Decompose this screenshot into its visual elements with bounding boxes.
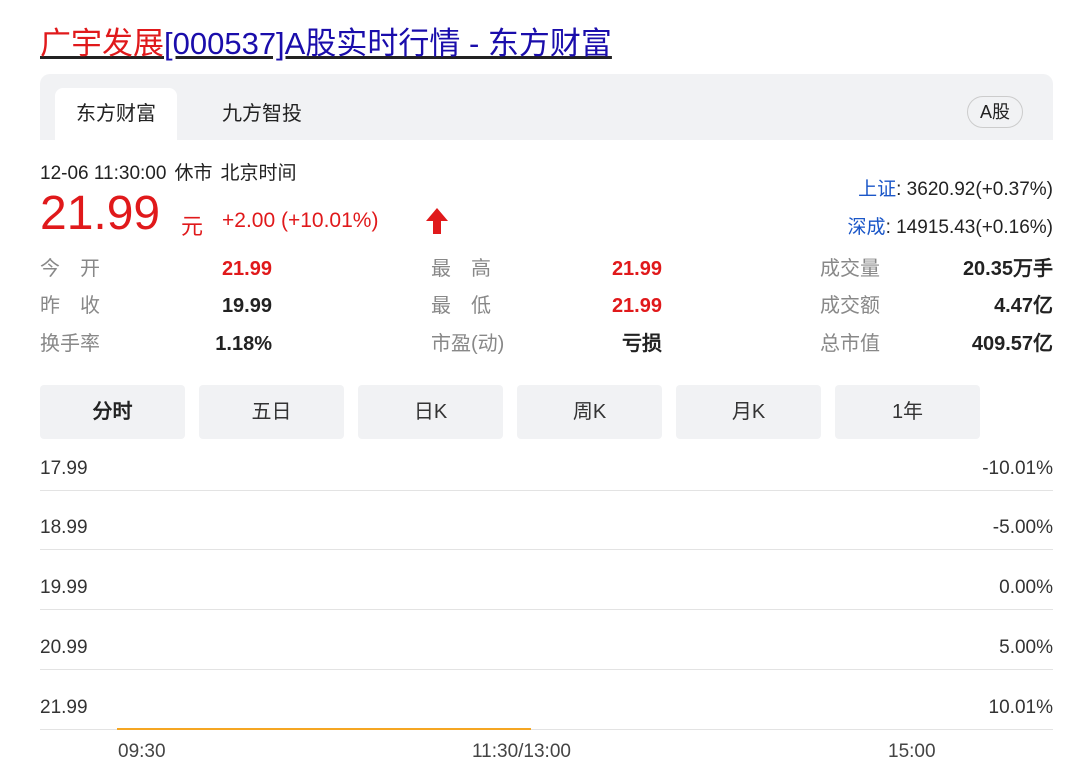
grid-line	[40, 549, 1053, 550]
intraday-price-line	[117, 728, 531, 730]
index-name[interactable]: 上证	[858, 179, 896, 200]
time-axis-label: 11:30/13:00	[472, 741, 571, 762]
grid-line	[40, 669, 1053, 670]
index-shenzhen[interactable]: 深成: 14915.43(+0.16%)	[848, 212, 1053, 239]
index-shanghai[interactable]: 上证: 3620.92(+0.37%)	[858, 174, 1053, 201]
tab-one-year[interactable]: 1年	[835, 385, 980, 439]
open-value: 21.99	[221, 258, 272, 280]
open-label: 今 开	[40, 258, 100, 280]
index-value: : 14915.43(+0.16%)	[885, 217, 1053, 238]
price-axis-label: 19.99	[40, 577, 88, 598]
prev-close-label: 昨 收	[40, 295, 100, 317]
time-axis-label: 09:30	[118, 741, 166, 762]
pct-axis-label: -5.00%	[992, 517, 1053, 538]
pct-axis-label: -10.01%	[982, 458, 1053, 479]
market-cap-value: 409.57亿	[971, 333, 1053, 355]
tab-monthly-k[interactable]: 月K	[676, 385, 821, 439]
grid-line	[40, 490, 1053, 491]
market-cap-label: 总市值	[820, 333, 880, 355]
page-title[interactable]: 广宇发展[000537]A股实时行情 - 东方财富	[40, 24, 612, 64]
pct-axis-label: 0.00%	[999, 577, 1053, 598]
tab-five-day[interactable]: 五日	[199, 385, 344, 439]
price-axis-label: 20.99	[40, 637, 88, 658]
volume-label: 成交量	[820, 258, 880, 280]
volume-value: 20.35万手	[962, 258, 1053, 280]
low-value: 21.99	[611, 295, 662, 317]
pct-axis-label: 10.01%	[988, 697, 1053, 718]
timezone: 北京时间	[220, 163, 297, 184]
grid-line	[40, 609, 1053, 610]
tab-jiufang[interactable]: 九方智投	[207, 88, 317, 140]
amount-value: 4.47亿	[994, 295, 1053, 317]
source-tab-bar: 东方财富 九方智投 A股	[40, 74, 1053, 140]
status-line: 12-06 11:30:00 休市 北京时间	[40, 158, 304, 185]
low-label: 最 低	[431, 295, 491, 317]
amount-label: 成交额	[820, 295, 880, 317]
high-value: 21.99	[611, 258, 662, 280]
price-axis-label: 18.99	[40, 517, 88, 538]
page-title-rest[interactable]: [000537]A股实时行情 - 东方财富	[164, 26, 612, 61]
price-change: +2.00 (+10.01%)	[222, 209, 379, 232]
tab-intraday[interactable]: 分时	[40, 385, 185, 439]
turnover-rate-value: 1.18%	[215, 333, 272, 355]
stock-name[interactable]: 广宇发展	[40, 26, 164, 61]
index-name[interactable]: 深成	[848, 217, 886, 238]
turnover-rate-label: 换手率	[40, 333, 100, 355]
pct-axis-label: 5.00%	[999, 637, 1053, 658]
current-price: 21.99	[40, 187, 161, 240]
time-axis-label: 15:00	[888, 741, 936, 762]
price-unit: 元	[181, 214, 204, 239]
pe-value: 亏损	[622, 333, 662, 355]
tab-weekly-k[interactable]: 周K	[517, 385, 662, 439]
index-value: : 3620.92(+0.37%)	[896, 179, 1053, 200]
up-arrow-icon	[426, 208, 448, 234]
pe-label: 市盈(动)	[431, 333, 505, 355]
high-label: 最 高	[431, 258, 491, 280]
market-state: 休市	[174, 163, 213, 184]
tab-daily-k[interactable]: 日K	[358, 385, 503, 439]
datetime: 12-06 11:30:00	[40, 163, 167, 184]
price-axis-label: 21.99	[40, 697, 88, 718]
tab-eastmoney[interactable]: 东方财富	[55, 88, 177, 140]
price-axis-label: 17.99	[40, 458, 88, 479]
market-badge[interactable]: A股	[966, 96, 1023, 128]
prev-close-value: 19.99	[221, 295, 272, 317]
